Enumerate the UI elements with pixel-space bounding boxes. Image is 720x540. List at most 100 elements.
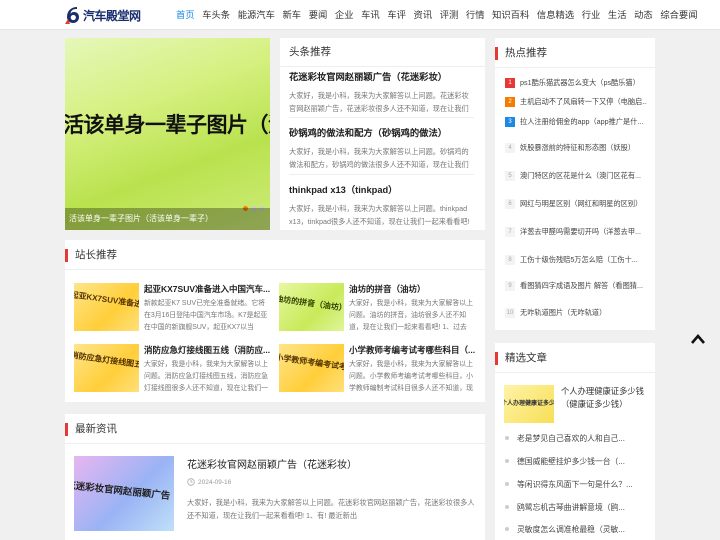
- hot-item-title[interactable]: 澳门特区的区花是什么（澳门区花有...: [520, 171, 641, 181]
- nav-item[interactable]: 新车: [283, 0, 302, 30]
- selected-list-item[interactable]: 灵敏度怎么调准枪最稳（灵敏...: [505, 522, 647, 536]
- station-item-title[interactable]: 油坊的拼音（油坊）: [349, 283, 475, 295]
- news-date-row: 2024-09-16: [187, 478, 231, 486]
- hot-item-title[interactable]: 妖股暴涨前的特征和形态图（妖股）: [520, 143, 635, 153]
- headline-item[interactable]: thinkpad x13（tinkpad） 大家好，我是小科，我来为大家解答以上…: [289, 182, 473, 228]
- nav-item[interactable]: 行业: [582, 0, 601, 30]
- selected-item-title[interactable]: 德国威能壁挂炉多少钱一台（...: [517, 456, 625, 467]
- rank-badge: 3: [505, 117, 515, 127]
- hot-list-item[interactable]: 6 网红与明星区别（网红和明星的区别）: [505, 197, 647, 211]
- hot-item-title[interactable]: 主机启动不了风扇转一下又停（电脑启...: [520, 97, 647, 107]
- station-item[interactable]: 消防应急灯接线图五线（消防应急灯） 消防应急灯接线图五线（消防应... 大家好，…: [74, 344, 270, 392]
- nav-item[interactable]: 信息精选: [537, 0, 574, 30]
- selected-item-title[interactable]: 等闲识得东风面下一句是什么？...: [517, 479, 633, 490]
- selected-top-thumb[interactable]: 个人办理健康证多少钱: [504, 385, 554, 423]
- hot-list-item[interactable]: 1 ps1酷乐猫武器怎么变大（ps酷乐猫）: [505, 76, 647, 90]
- nav-item[interactable]: 企业: [335, 0, 354, 30]
- station-item-title[interactable]: 小学教师考编考试考哪些科目（...: [349, 344, 475, 356]
- section-marker: [65, 249, 68, 262]
- hot-item-title[interactable]: 看图猜四字成语及图片 解答（看图猜...: [520, 281, 643, 291]
- hot-list-item[interactable]: 4 妖股暴涨前的特征和形态图（妖股）: [505, 141, 647, 155]
- headline-item[interactable]: 花迷彩妆官网赵丽颖广告（花迷彩妆） 大家好，我是小科，我来为大家解答以上问题。花…: [289, 69, 473, 115]
- section-title: 最新资讯: [75, 423, 117, 435]
- top-navbar: 汽车殿堂网 首页 车头条 能源汽车 新车 要闻 企业 车讯 车评 资讯 评测 行情 知识百科 信息精选行…: [0, 0, 720, 30]
- section-marker: [495, 47, 498, 60]
- hot-list-item[interactable]: 9 看图猜四字成语及图片 解答（看图猜...: [505, 279, 647, 293]
- back-to-top-icon[interactable]: [691, 334, 705, 344]
- rank-badge: 5: [505, 171, 515, 181]
- selected-item-title[interactable]: 鸥鹭忘机古琴曲讲解意境（鸥...: [517, 502, 625, 513]
- hot-item-title[interactable]: 拉人注册给佣金的app（app推广是什...: [520, 117, 643, 127]
- slider-image-text: 活该单身一辈子图片（活该单身一辈子: [65, 114, 270, 137]
- section-header: 精选文章: [495, 343, 655, 373]
- hot-list-item[interactable]: 3 拉人注册给佣金的app（app推广是什...: [505, 115, 647, 129]
- news-thumb[interactable]: 花迷彩妆官网赵丽颖广告（花迷: [74, 456, 174, 531]
- station-item-desc: 大家好，我是小科，我来为大家解答以上问题。小学教师考编考试考哪些科目，小学教师编…: [349, 361, 474, 392]
- headline-item-desc: 大家好，我是小科，我来为大家解答以上问题。thinkpad x13，tinkpa…: [289, 204, 470, 226]
- headline-item-title[interactable]: 花迷彩妆官网赵丽颖广告（花迷彩妆）: [289, 69, 473, 83]
- hot-list-item[interactable]: 7 洋葱去甲醛吗需要切开吗（洋葱去甲...: [505, 225, 647, 239]
- station-thumb[interactable]: 小学教师考编考试考哪些科目: [279, 344, 344, 392]
- nav-item[interactable]: 生活: [608, 0, 627, 30]
- nav-item[interactable]: 动态: [634, 0, 653, 30]
- nav-item[interactable]: 车头条: [202, 0, 230, 30]
- nav-item[interactable]: 车讯: [361, 0, 380, 30]
- selected-item-title[interactable]: 灵敏度怎么调准枪最稳（灵敏...: [517, 524, 625, 535]
- selected-panel: 精选文章 个人办理健康证多少钱 个人办理健康证多少钱（健康证多少钱） 老是梦见自…: [495, 343, 655, 540]
- rank-badge: 2: [505, 97, 515, 107]
- station-item[interactable]: 小学教师考编考试考哪些科目 小学教师考编考试考哪些科目（... 大家好，我是小科…: [279, 344, 475, 392]
- bullet-icon: [505, 527, 509, 531]
- hot-item-title[interactable]: 无咋轨道图片（无咋轨道）: [520, 308, 606, 318]
- station-thumb[interactable]: 起亚KX7SUV准备进入中国汽车市场: [74, 283, 139, 331]
- section-header: 头条推荐: [280, 38, 485, 67]
- nav-item[interactable]: 能源汽车: [238, 0, 275, 30]
- nav-item[interactable]: 首页: [176, 0, 195, 30]
- station-thumb[interactable]: 油坊的拼音（油坊）: [279, 283, 344, 331]
- station-item-title[interactable]: 消防应急灯接线图五线（消防应...: [144, 344, 270, 356]
- logo-text: 汽车殿堂网: [83, 8, 141, 23]
- selected-list-item[interactable]: 等闲识得东风面下一句是什么？...: [505, 477, 647, 491]
- selected-list-item[interactable]: 老是梦见自己喜欢的人和自己...: [505, 431, 647, 445]
- nav-item[interactable]: 行情: [466, 0, 485, 30]
- hot-item-title[interactable]: 洋葱去甲醛吗需要切开吗（洋葱去甲...: [520, 227, 641, 237]
- headline-item-title[interactable]: thinkpad x13（tinkpad）: [289, 182, 473, 196]
- station-item-title[interactable]: 起亚KX7SUV准备进入中国汽车...: [144, 283, 270, 295]
- nav-item[interactable]: 评测: [440, 0, 459, 30]
- selected-list-item[interactable]: 鸥鹭忘机古琴曲讲解意境（鸥...: [505, 500, 647, 514]
- station-item[interactable]: 油坊的拼音（油坊） 油坊的拼音（油坊） 大家好，我是小科，我来为大家解答以上问题…: [279, 283, 475, 331]
- news-desc: 大家好，我是小科，我来为大家解答以上问题。花迷彩妆官网赵丽颖广告，花迷彩妆很多人…: [187, 498, 475, 520]
- headline-item[interactable]: 砂锅鸡的做法和配方（砂锅鸡的做法） 大家好，我是小科，我来为大家解答以上问题。砂…: [289, 125, 473, 171]
- section-title: 站长推荐: [75, 249, 117, 261]
- nav-item[interactable]: 资讯: [414, 0, 433, 30]
- hot-item-title[interactable]: 工伤十级伤残赔5万怎么赔（工伤十...: [520, 255, 638, 265]
- rank-badge: 7: [505, 227, 515, 237]
- section-header: 最新资讯: [65, 414, 485, 444]
- nav-item[interactable]: 车评: [387, 0, 406, 30]
- nav-item[interactable]: 要闻: [309, 0, 328, 30]
- bullet-icon: [505, 459, 509, 463]
- hot-item-title[interactable]: ps1酷乐猫武器怎么变大（ps酷乐猫）: [520, 78, 640, 88]
- station-item[interactable]: 起亚KX7SUV准备进入中国汽车市场 起亚KX7SUV准备进入中国汽车... 新…: [74, 283, 270, 331]
- latest-panel: 最新资讯 花迷彩妆官网赵丽颖广告（花迷 花迷彩妆官网赵丽颖广告（花迷彩妆） 20…: [65, 414, 485, 540]
- hero-slider[interactable]: 活该单身一辈子图片（活该单身一辈子 活该单身一辈子图片（活该单身一辈子）: [65, 38, 270, 230]
- hot-list-item[interactable]: 5 澳门特区的区花是什么（澳门区花有...: [505, 169, 647, 183]
- hot-list-item[interactable]: 2 主机启动不了风扇转一下又停（电脑启...: [505, 95, 647, 109]
- station-thumb[interactable]: 消防应急灯接线图五线（消防应急灯）: [74, 344, 139, 392]
- hot-list-item[interactable]: 8 工伤十级伤残赔5万怎么赔（工伤十...: [505, 253, 647, 267]
- site-logo[interactable]: 汽车殿堂网: [64, 4, 141, 26]
- headline-item-title[interactable]: 砂锅鸡的做法和配方（砂锅鸡的做法）: [289, 125, 473, 139]
- hot-item-title[interactable]: 网红与明星区别（网红和明星的区别）: [520, 199, 642, 209]
- hot-list-item[interactable]: 10 无咋轨道图片（无咋轨道）: [505, 306, 647, 320]
- news-title[interactable]: 花迷彩妆官网赵丽颖广告（花迷彩妆）: [187, 456, 357, 471]
- selected-top-title[interactable]: 个人办理健康证多少钱（健康证多少钱）: [561, 385, 649, 411]
- bullet-icon: [505, 505, 509, 509]
- selected-item-title[interactable]: 老是梦见自己喜欢的人和自己...: [517, 433, 625, 444]
- nav-item[interactable]: 知识百科: [492, 0, 529, 30]
- section-title: 头条推荐: [289, 46, 331, 58]
- selected-list-item[interactable]: 德国威能壁挂炉多少钱一台（...: [505, 454, 647, 468]
- nav-item[interactable]: 综合要闻: [660, 0, 697, 30]
- news-date: 2024-09-16: [198, 478, 232, 486]
- slider-caption[interactable]: 活该单身一辈子图片（活该单身一辈子）: [65, 208, 270, 230]
- main-nav: 首页 车头条 能源汽车 新车 要闻 企业 车讯 车评 资讯 评测 行情 知识百科 信息精选 行业 生活 动态综…: [176, 0, 705, 30]
- headline-item-desc: 大家好，我是小科，我来为大家解答以上问题。花迷彩妆官网赵丽颖广告，花迷彩妆很多人…: [289, 91, 469, 113]
